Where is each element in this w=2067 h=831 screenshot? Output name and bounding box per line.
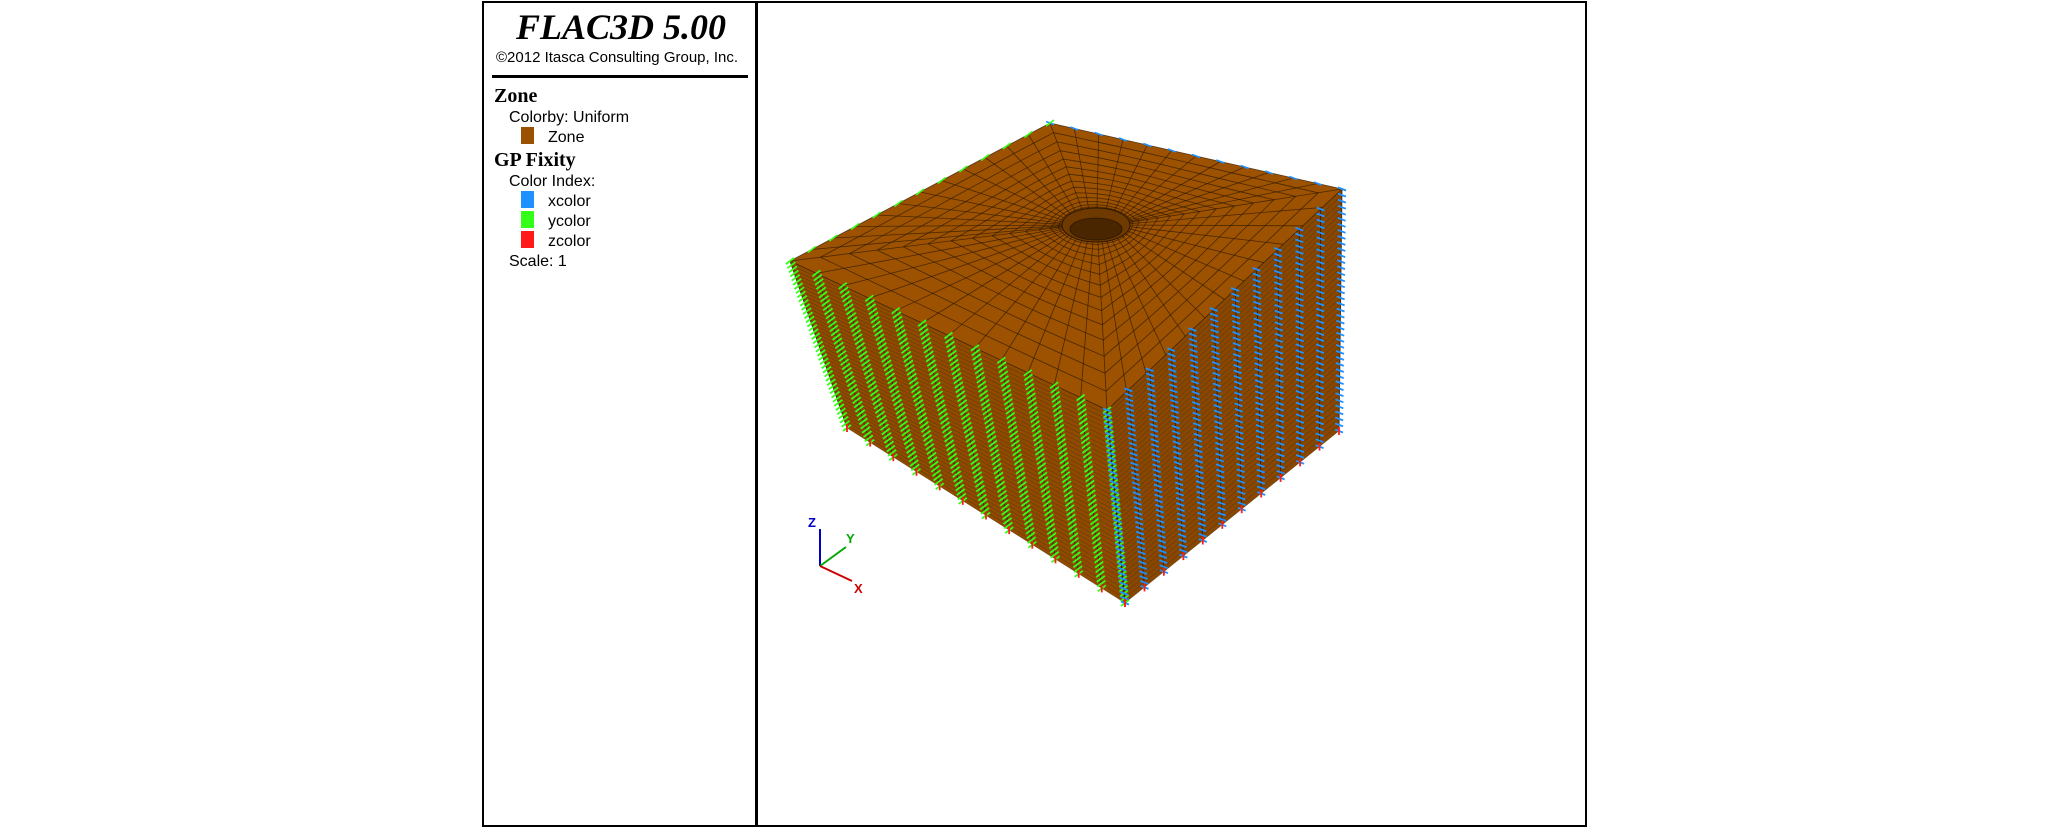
legend-zone-item: Zone — [548, 129, 585, 146]
legend-panel: FLAC3D 5.00 ©2012 Itasca Consulting Grou… — [484, 3, 758, 825]
axis-x-label: X — [854, 581, 863, 596]
copyright-text: ©2012 Itasca Consulting Group, Inc. — [496, 49, 739, 66]
ycolor-swatch — [521, 211, 534, 228]
model-scene: Z Y X — [785, 119, 1347, 607]
zcolor-swatch — [521, 231, 534, 248]
legend-colorby: Colorby: Uniform — [509, 109, 630, 126]
axis-y-line — [819, 546, 847, 567]
zone-swatch — [521, 127, 534, 144]
legend-gp-fixity-title: GP Fixity — [494, 149, 576, 171]
legend-zone-title: Zone — [494, 85, 538, 107]
title-divider — [492, 75, 748, 78]
legend-zcolor: zcolor — [548, 233, 591, 250]
legend-color-index: Color Index: — [509, 173, 596, 190]
axis-x-line — [819, 565, 853, 582]
model-viewport[interactable]: Z Y X — [758, 3, 1585, 825]
legend-xcolor: xcolor — [548, 193, 591, 210]
legend-scale: Scale: 1 — [509, 253, 567, 270]
axis-y-label: Y — [846, 531, 855, 546]
app-title: FLAC3D 5.00 — [515, 7, 727, 47]
axis-z-label: Z — [808, 515, 816, 530]
plot-frame: FLAC3D 5.00 ©2012 Itasca Consulting Grou… — [482, 1, 1587, 827]
xcolor-swatch — [521, 191, 534, 208]
borehole-inner — [1069, 217, 1123, 241]
legend-ycolor: ycolor — [548, 213, 591, 230]
